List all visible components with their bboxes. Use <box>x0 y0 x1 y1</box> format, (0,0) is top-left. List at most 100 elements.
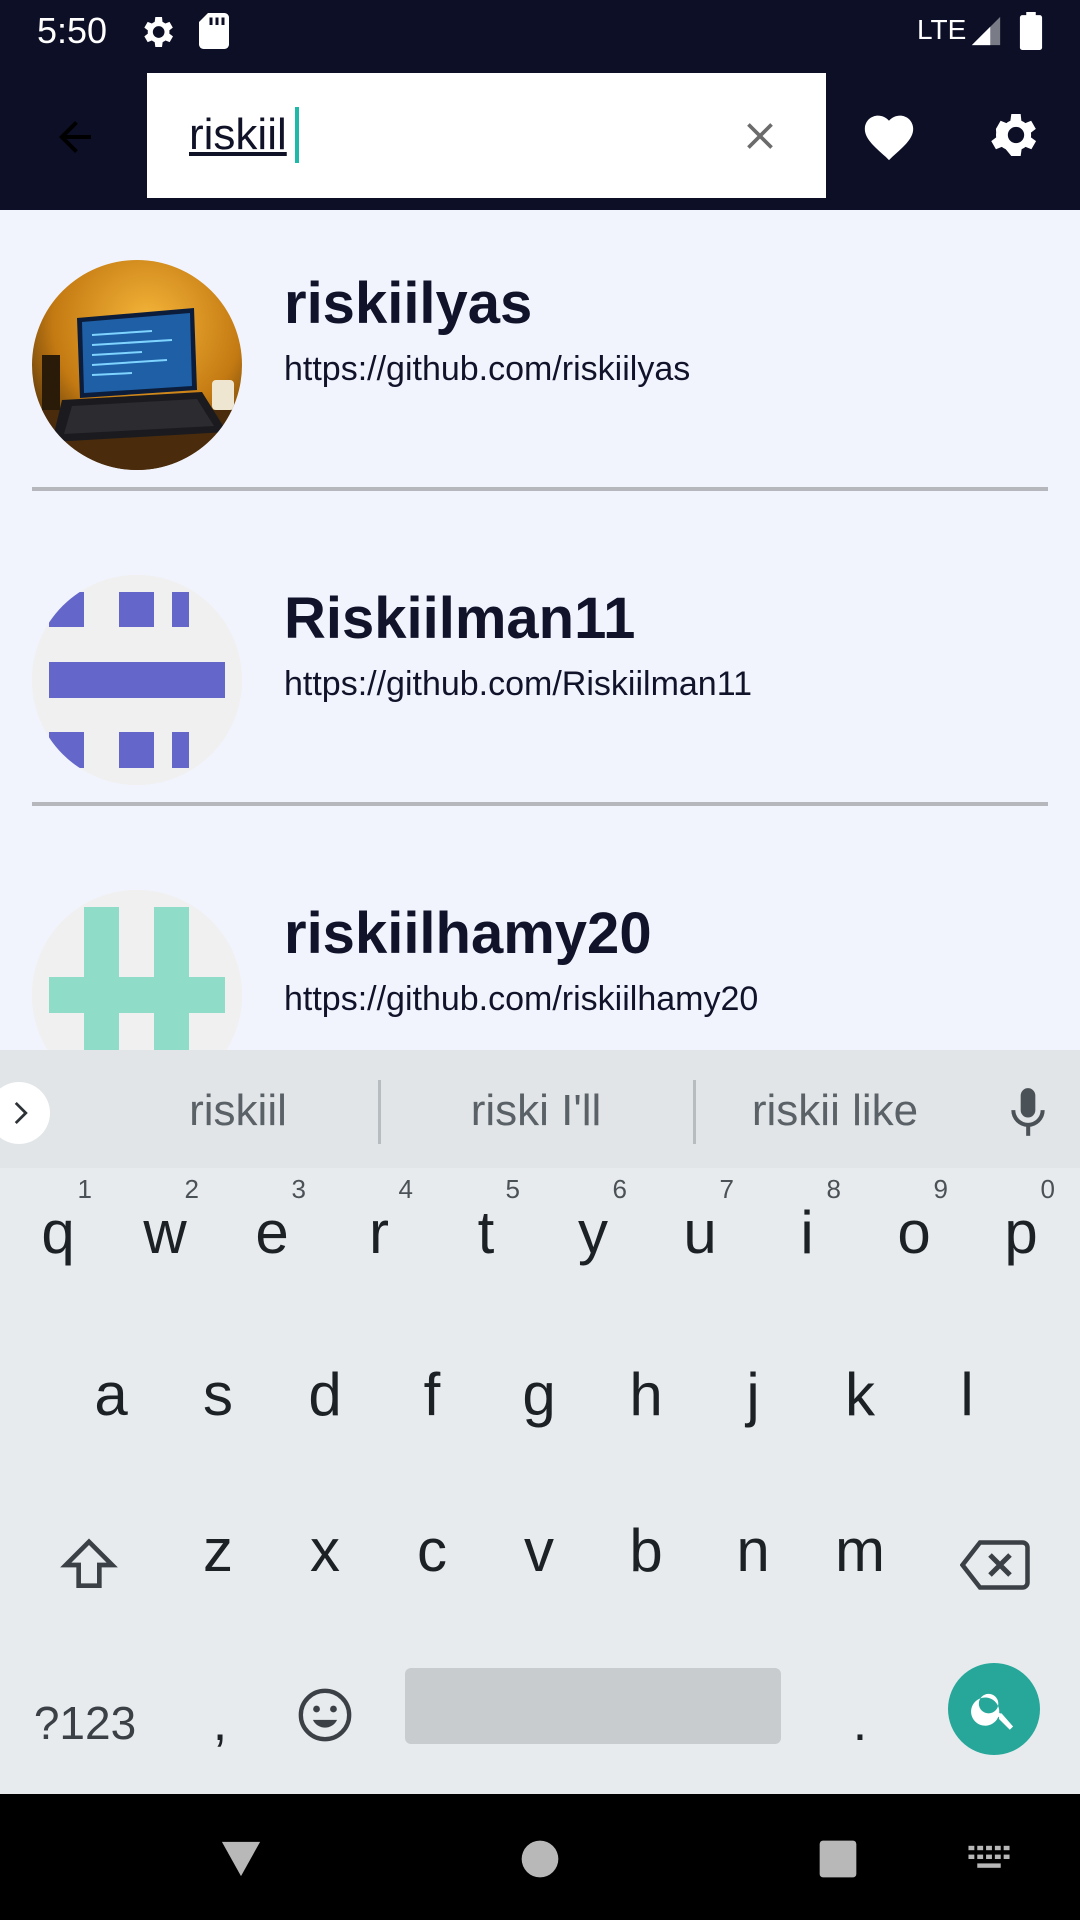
clear-search-button[interactable] <box>727 103 793 169</box>
key-number-hint: 2 <box>184 1174 199 1204</box>
microphone-icon <box>1011 1088 1045 1136</box>
key-n[interactable]: n <box>701 1486 805 1616</box>
shift-key[interactable] <box>44 1520 134 1610</box>
key-u[interactable]: u7 <box>648 1168 752 1298</box>
key-number-hint: 3 <box>291 1174 306 1204</box>
triangle-back-icon <box>221 1841 261 1877</box>
key-label: i <box>800 1199 814 1266</box>
expand-suggestions-button[interactable] <box>0 1082 50 1144</box>
list-item[interactable]: Riskiilman11 https://github.com/Riskiilm… <box>0 525 1080 840</box>
key-label: s <box>203 1361 233 1428</box>
user-url: https://github.com/riskiilyas <box>284 350 691 388</box>
key-w[interactable]: w2 <box>113 1168 217 1298</box>
key-r[interactable]: r4 <box>327 1168 431 1298</box>
key-b[interactable]: b <box>594 1486 698 1616</box>
avatar <box>32 260 242 470</box>
user-url: https://github.com/riskiilhamy20 <box>284 980 759 1018</box>
key-label: o <box>897 1199 931 1266</box>
suggestion-2[interactable]: riski I'll <box>386 1086 686 1136</box>
key-p[interactable]: p0 <box>969 1168 1073 1298</box>
soft-keyboard: riskiil riski I'll riskii like q1w2e3r4t… <box>0 1050 1080 1794</box>
search-action-key[interactable] <box>948 1663 1040 1755</box>
suggestion-separator <box>378 1080 381 1144</box>
avatar <box>32 575 242 785</box>
key-label: h <box>629 1361 663 1428</box>
laptop-photo <box>32 260 242 470</box>
key-label: n <box>736 1517 770 1584</box>
key-number-hint: 6 <box>612 1174 627 1204</box>
status-bar: 5:50 LTE <box>0 0 1080 63</box>
favorites-button[interactable] <box>858 103 920 167</box>
back-button[interactable] <box>40 105 110 169</box>
key-label: c <box>417 1517 447 1584</box>
key-s[interactable]: s <box>166 1330 270 1460</box>
keyboard-icon <box>968 1845 1010 1868</box>
settings-button[interactable] <box>985 103 1047 167</box>
key-o[interactable]: o9 <box>862 1168 966 1298</box>
key-x[interactable]: x <box>273 1486 377 1616</box>
key-i[interactable]: i8 <box>755 1168 859 1298</box>
key-number-hint: 8 <box>826 1174 841 1204</box>
comma-key[interactable]: , <box>180 1678 260 1768</box>
key-z[interactable]: z <box>166 1486 270 1616</box>
key-number-hint: 9 <box>933 1174 948 1204</box>
list-item[interactable]: riskiilhamy20 https://github.com/riskiil… <box>0 840 1080 1050</box>
key-j[interactable]: j <box>701 1330 805 1460</box>
system-navigation-bar <box>0 1794 1080 1920</box>
nav-recents-button[interactable] <box>803 1824 873 1894</box>
key-h[interactable]: h <box>594 1330 698 1460</box>
emoji-key[interactable] <box>290 1680 360 1750</box>
key-c[interactable]: c <box>380 1486 484 1616</box>
key-g[interactable]: g <box>487 1330 591 1460</box>
key-k[interactable]: k <box>808 1330 912 1460</box>
period-key[interactable]: . <box>820 1678 900 1768</box>
key-m[interactable]: m <box>808 1486 912 1616</box>
key-a[interactable]: a <box>59 1330 163 1460</box>
key-d[interactable]: d <box>273 1330 377 1460</box>
voice-input-button[interactable] <box>1000 1082 1056 1142</box>
key-t[interactable]: t5 <box>434 1168 538 1298</box>
key-label: k <box>845 1361 875 1428</box>
key-e[interactable]: e3 <box>220 1168 324 1298</box>
key-number-hint: 0 <box>1040 1174 1055 1204</box>
divider <box>32 487 1048 491</box>
key-label: q <box>41 1199 75 1266</box>
emoji-icon <box>298 1688 352 1742</box>
key-q[interactable]: q1 <box>6 1168 110 1298</box>
key-label: x <box>310 1517 340 1584</box>
list-item[interactable]: riskiilyas https://github.com/riskiilyas <box>0 210 1080 525</box>
gear-icon <box>991 114 1037 156</box>
text-cursor <box>295 107 299 163</box>
key-number-hint: 5 <box>505 1174 520 1204</box>
key-l[interactable]: l <box>915 1330 1019 1460</box>
key-label: f <box>423 1361 441 1428</box>
divider <box>32 802 1048 806</box>
square-recents-icon <box>819 1840 857 1878</box>
key-v[interactable]: v <box>487 1486 591 1616</box>
identicon-image <box>32 575 242 785</box>
suggestion-strip: riskiil riski I'll riskii like <box>0 1050 1080 1168</box>
nav-home-button[interactable] <box>505 1824 575 1894</box>
user-name: riskiilyas <box>284 271 533 336</box>
search-input[interactable] <box>189 103 709 167</box>
suggestion-3[interactable]: riskii like <box>685 1086 985 1136</box>
key-label: m <box>835 1517 885 1584</box>
backspace-key[interactable] <box>950 1520 1040 1610</box>
battery-icon <box>1019 12 1043 50</box>
search-box <box>147 73 826 198</box>
key-y[interactable]: y6 <box>541 1168 645 1298</box>
key-f[interactable]: f <box>380 1330 484 1460</box>
key-label: j <box>746 1361 760 1428</box>
space-key[interactable] <box>405 1668 781 1744</box>
key-label: v <box>524 1517 554 1584</box>
identicon-image <box>32 890 242 1050</box>
app-bar <box>0 63 1080 210</box>
arrow-left-icon <box>59 121 91 153</box>
nav-back-button[interactable] <box>206 1824 276 1894</box>
status-time: 5:50 <box>37 10 108 51</box>
symbols-key[interactable]: ?123 <box>20 1678 150 1768</box>
suggestion-1[interactable]: riskiil <box>88 1086 388 1136</box>
keyboard-switch-button[interactable] <box>954 1824 1024 1894</box>
user-url: https://github.com/Riskiilman11 <box>284 665 753 703</box>
key-number-hint: 7 <box>719 1174 734 1204</box>
